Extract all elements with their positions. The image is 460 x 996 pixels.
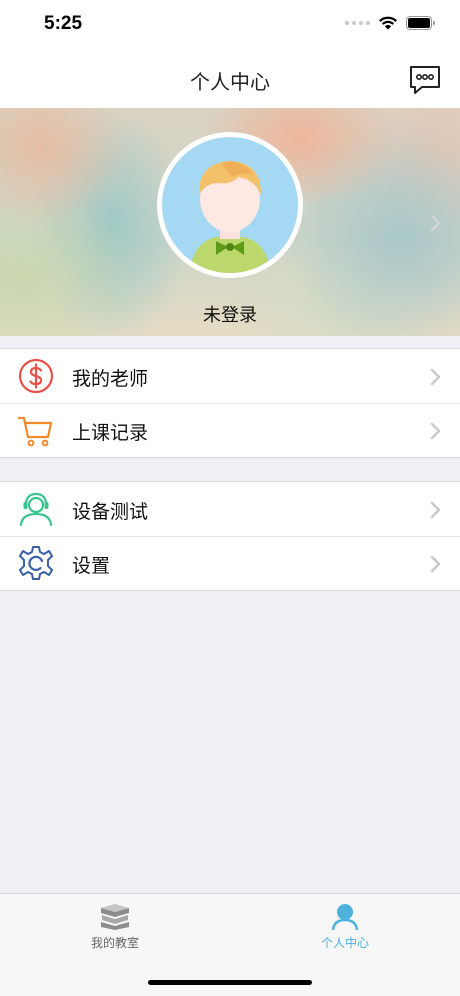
- chevron-right-icon: [430, 368, 441, 386]
- chevron-right-icon: [430, 501, 441, 519]
- tab-label: 我的教室: [90, 936, 139, 950]
- navigation-bar: 个人中心: [0, 50, 460, 108]
- menu-item-settings[interactable]: 设置: [0, 536, 460, 590]
- message-bubble-icon: [410, 66, 440, 94]
- books-icon: [101, 904, 129, 930]
- status-bar: 5:25: [0, 0, 460, 50]
- menu-item-label: 设备测试: [72, 501, 149, 523]
- tab-label: 个人中心: [320, 936, 369, 950]
- boy-avatar-icon: [162, 137, 298, 273]
- person-icon: [331, 904, 359, 930]
- chevron-right-icon: [430, 422, 441, 440]
- menu-group-account: 我的老师 上课记录: [0, 348, 460, 458]
- profile-header[interactable]: 未登录: [0, 108, 460, 336]
- avatar[interactable]: [157, 132, 303, 278]
- menu-item-label: 上课记录: [72, 422, 149, 444]
- menu-item-label: 我的老师: [72, 368, 149, 390]
- wifi-icon: [379, 16, 397, 30]
- menu-item-class-records[interactable]: 上课记录: [0, 403, 460, 457]
- login-status[interactable]: 未登录: [0, 301, 460, 327]
- cellular-signal-icon: [345, 20, 370, 25]
- messages-button[interactable]: [408, 64, 442, 96]
- tab-personal-center[interactable]: 个人中心: [285, 904, 405, 951]
- chevron-right-icon: [430, 555, 441, 573]
- home-indicator[interactable]: [148, 980, 312, 985]
- menu-item-my-teacher[interactable]: 我的老师: [0, 349, 460, 403]
- status-indicators: [345, 15, 436, 30]
- headset-user-icon: [19, 492, 53, 527]
- dollar-circle-icon: [18, 358, 54, 394]
- battery-icon: [406, 15, 435, 30]
- chevron-right-icon: [430, 214, 441, 232]
- menu-group-system: 设备测试 设置: [0, 481, 460, 591]
- status-time: 5:25: [44, 13, 83, 34]
- tab-my-classroom[interactable]: 我的教室: [55, 904, 175, 951]
- page-title: 个人中心: [190, 70, 270, 94]
- menu-item-label: 设置: [72, 555, 111, 577]
- menu-item-device-test[interactable]: 设备测试: [0, 482, 460, 536]
- gear-icon: [19, 546, 53, 580]
- cart-icon: [18, 416, 53, 447]
